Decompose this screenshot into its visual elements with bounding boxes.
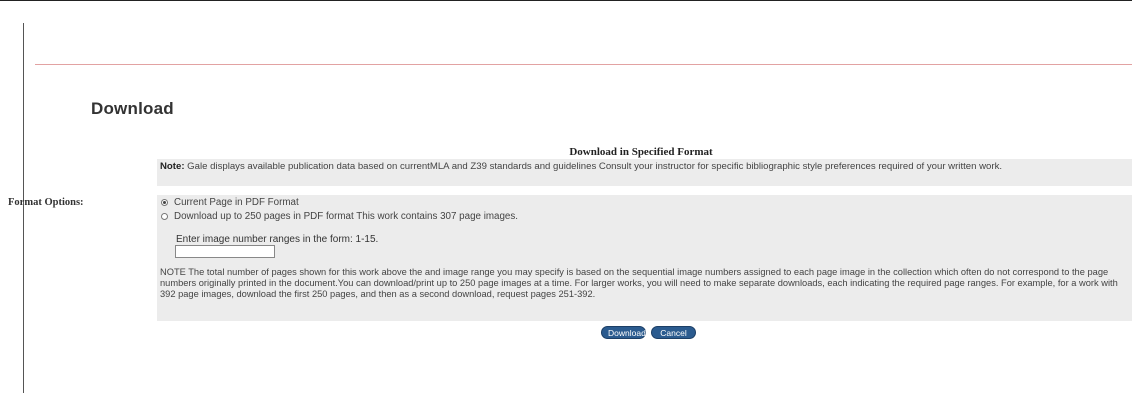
- note-text: Gale displays available publication data…: [184, 161, 1003, 172]
- citation-note: Note: Gale displays available publicatio…: [160, 161, 1120, 173]
- option-page-range-label: Download up to 250 pages in PDF format T…: [174, 211, 518, 222]
- option-current-page-label: Current Page in PDF Format: [174, 197, 299, 208]
- download-button[interactable]: Download: [601, 326, 646, 339]
- image-range-input[interactable]: [175, 245, 275, 258]
- radio-current-page[interactable]: [161, 199, 168, 206]
- header-divider: [35, 64, 1132, 65]
- page-title: Download: [91, 99, 174, 118]
- section-title: Download in Specified Format: [569, 146, 713, 158]
- download-footnote: NOTE The total number of pages shown for…: [160, 267, 1118, 299]
- panel-separator: [157, 186, 1132, 195]
- format-options-label: Format Options:: [8, 197, 84, 208]
- range-hint: Enter image number ranges in the form: 1…: [176, 234, 379, 245]
- page-frame: Download Download in Specified Format No…: [0, 0, 1132, 403]
- option-current-page[interactable]: Current Page in PDF Format: [161, 197, 299, 208]
- cancel-button[interactable]: Cancel: [651, 326, 696, 339]
- note-label: Note:: [160, 161, 185, 172]
- left-border-rule: [23, 23, 24, 393]
- option-page-range[interactable]: Download up to 250 pages in PDF format T…: [161, 211, 518, 222]
- radio-page-range[interactable]: [161, 213, 168, 220]
